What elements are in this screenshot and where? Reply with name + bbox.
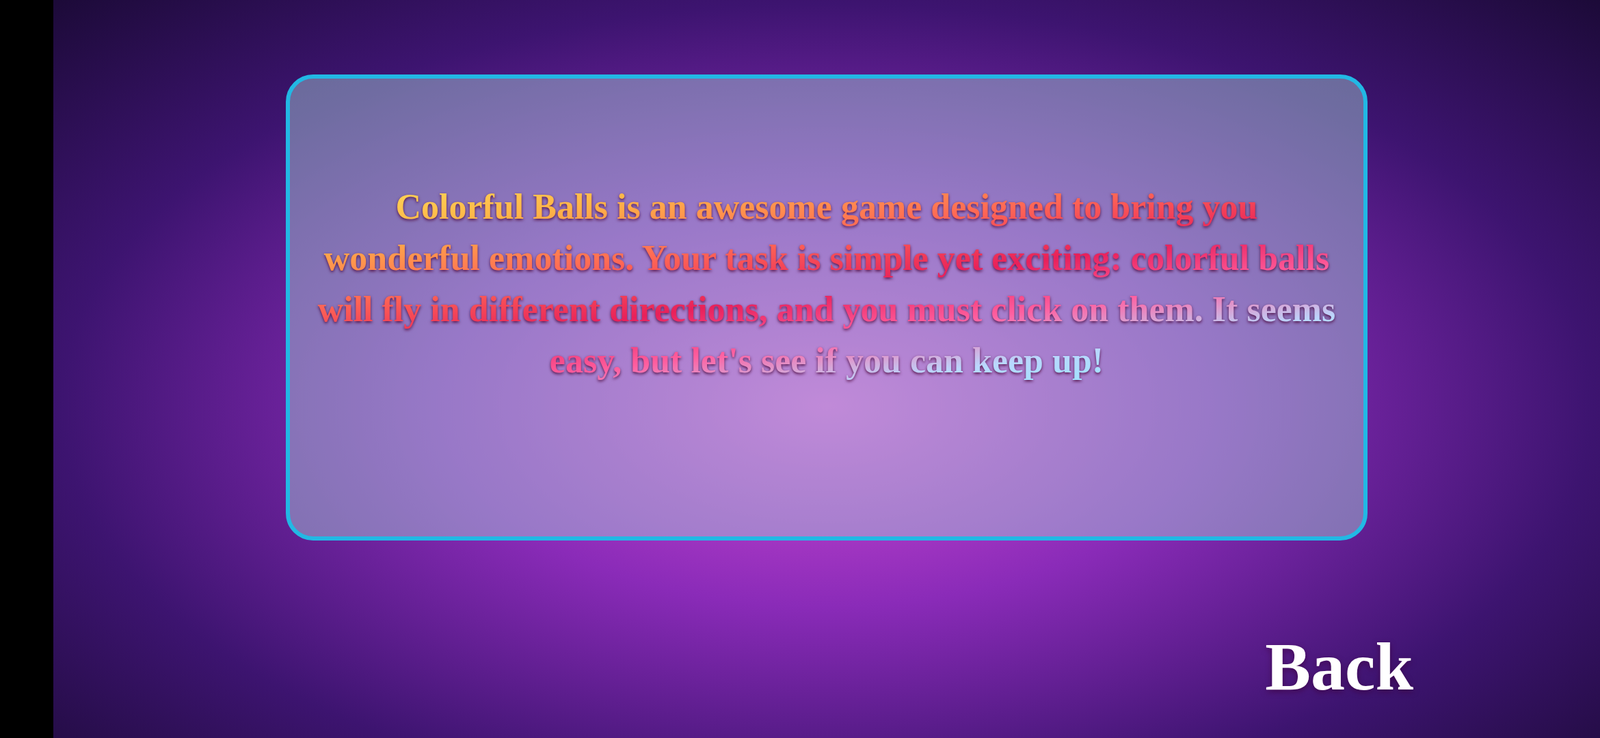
game-screen: Colorful Balls is an awesome game design… <box>0 0 1600 738</box>
info-panel: Colorful Balls is an awesome game design… <box>285 74 1368 541</box>
description-text: Colorful Balls is an awesome game design… <box>317 181 1337 387</box>
footer-row: Back <box>53 629 1600 705</box>
background-artwork: Colorful Balls is an awesome game design… <box>53 0 1600 738</box>
left-strip <box>0 0 54 738</box>
back-button[interactable]: Back <box>1259 629 1419 705</box>
